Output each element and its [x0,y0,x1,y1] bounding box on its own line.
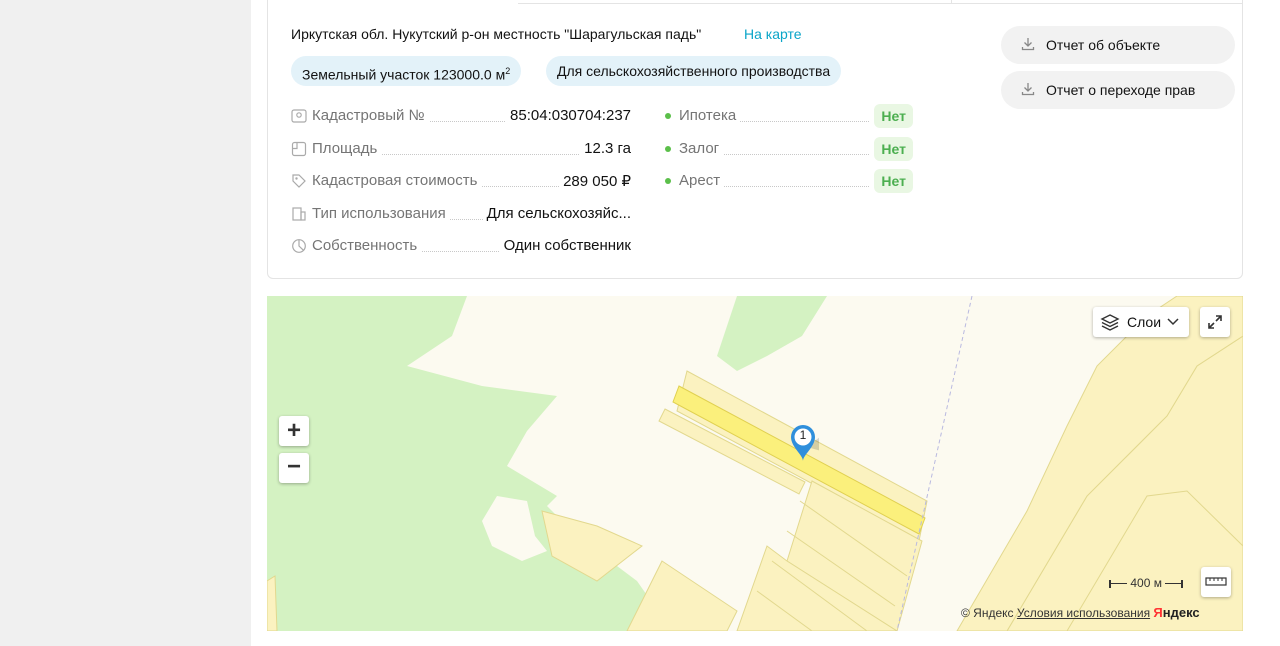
encumbrance-label: Ипотека [679,107,741,124]
price-tag-icon [292,174,306,188]
map-marker[interactable]: 1 [789,423,825,463]
property-usage-type: Тип использования Для сельскохозяйс... [291,203,631,225]
chip-land-plot: Земельный участок 123000.0 м2 [291,56,522,86]
property-value: 289 050 ₽ [559,172,631,190]
area-icon [291,141,307,157]
terms-of-use-link[interactable]: Условия использования [1017,606,1150,620]
zoom-out-button[interactable]: − [279,453,309,483]
property-ownership: Собственность Один собственник [291,235,631,257]
property-label: Площадь [312,140,382,157]
expand-icon [1208,315,1222,329]
download-icon [1021,38,1035,51]
property-label: Собственность [312,237,422,254]
property-value: 85:04:030704:237 [506,107,631,124]
property-cadastral-number: Кадастровый № 85:04:030704:237 [291,105,631,127]
map-tiles [267,296,1243,631]
encumbrance-mortgage: Ипотека Нет [665,104,913,128]
property-area: Площадь 12.3 га [291,138,631,160]
property-cadastral-cost: Кадастровая стоимость 289 050 ₽ [291,170,631,192]
property-value: 12.3 га [580,140,631,157]
object-report-button[interactable]: Отчет об объекте [1001,26,1235,64]
status-badge: Нет [874,137,913,161]
layers-button[interactable]: Слои [1093,307,1189,337]
yandex-logo: Яндекс [1153,605,1200,620]
on-map-link[interactable]: На карте [744,26,802,42]
cadastral-map[interactable]: Слои + − 1 400 м © Яндекс Условия исполь… [267,296,1243,631]
property-value: Один собственник [499,237,631,254]
object-card: Иркутская обл. Нукутский р-он местность … [267,0,1243,279]
chip-land-purpose: Для сельскохозяйственного производства [546,56,842,86]
rights-transfer-report-button[interactable]: Отчет о переходе прав [1001,71,1235,109]
fullscreen-button[interactable] [1200,307,1230,337]
ruler-button[interactable] [1201,567,1231,597]
property-label: Тип использования [312,205,450,222]
encumbrance-label: Залог [679,140,724,157]
download-icon [1021,83,1035,96]
object-address: Иркутская обл. Нукутский р-он местность … [291,26,702,42]
layers-icon [1100,314,1120,331]
status-dot [665,113,671,119]
chevron-down-icon [1167,318,1179,326]
building-icon [292,207,306,221]
encumbrance-pledge: Залог Нет [665,137,913,161]
status-dot [665,146,671,152]
encumbrance-label: Арест [679,172,725,189]
tabs-underline [518,0,1242,4]
ruler-icon [1205,577,1227,586]
map-pin-icon [291,109,307,123]
map-copyright: © Яндекс Условия использования Яндекс [961,605,1200,620]
scale-bar: 400 м [1109,576,1184,590]
encumbrance-arrest: Арест Нет [665,169,913,193]
status-badge: Нет [874,169,913,193]
page: Иркутская обл. Нукутский р-он местность … [251,0,1280,646]
property-label: Кадастровая стоимость [312,172,482,189]
zoom-in-button[interactable]: + [279,416,309,446]
property-label: Кадастровый № [312,107,429,124]
pie-chart-icon [292,239,306,253]
status-dot [665,178,671,184]
property-value: Для сельскохозяйс... [482,205,631,222]
status-badge: Нет [874,104,913,128]
